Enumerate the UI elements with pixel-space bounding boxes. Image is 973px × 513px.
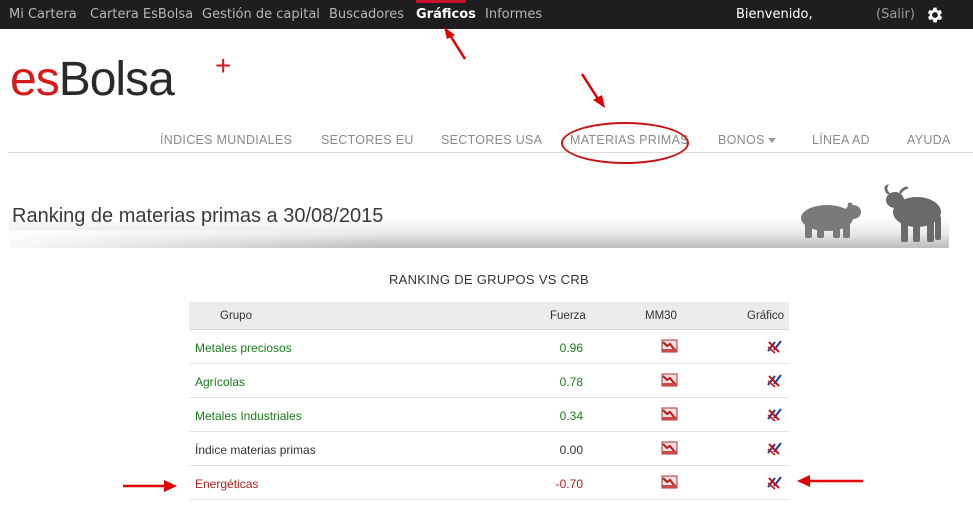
gear-icon[interactable] <box>925 5 945 25</box>
annotation-arrow-icon <box>580 73 605 108</box>
table-row: Metales Industriales 0.34 <box>189 398 789 432</box>
group-link[interactable]: Índice materias primas <box>195 443 316 457</box>
topnav-gestion-capital[interactable]: Gestión de capital <box>202 7 320 22</box>
nav-indices-mundiales[interactable]: ÍNDICES MUNDIALES <box>160 133 292 147</box>
annotation-arrow-icon <box>444 27 467 60</box>
nav-ayuda[interactable]: AYUDA <box>907 133 951 147</box>
nav-sectores-usa[interactable]: SECTORES USA <box>441 133 542 147</box>
mm30-chart-icon[interactable] <box>661 338 679 354</box>
mm30-chart-icon[interactable] <box>661 372 679 388</box>
chart-icon[interactable] <box>766 440 784 456</box>
group-link[interactable]: Metales Industriales <box>195 409 302 423</box>
chart-icon[interactable] <box>766 338 784 354</box>
logo-bolsa: Bolsa <box>58 53 175 106</box>
logo-plus: + <box>215 50 231 81</box>
mm30-chart-icon[interactable] <box>661 406 679 422</box>
topnav-buscadores[interactable]: Buscadores <box>329 7 404 22</box>
table-body: Metales preciosos 0.96 Agrícolas 0.78 Metale… <box>189 330 789 500</box>
chart-icon[interactable] <box>766 372 784 388</box>
annotation-arrow-icon <box>797 475 863 487</box>
nav-divider <box>8 152 973 153</box>
col-fuerza: Fuerza <box>550 310 586 322</box>
strength-value: 0.00 <box>559 443 583 457</box>
top-bar: Mi Cartera Cartera EsBolsa Gestión de ca… <box>0 0 973 29</box>
ranking-title: RANKING DE GRUPOS VS CRB <box>388 272 590 287</box>
mm30-chart-icon[interactable] <box>661 440 679 456</box>
nav-linea-ad[interactable]: LÍNEA AD <box>812 133 870 147</box>
logout-link[interactable]: (Salir) <box>876 7 915 22</box>
chart-icon[interactable] <box>766 474 784 490</box>
col-grupo: Grupo <box>220 310 252 322</box>
table-row: Energéticas -0.70 <box>189 466 789 500</box>
col-grafico: Gráfico <box>747 310 785 322</box>
col-mm30: MM30 <box>645 310 677 322</box>
esbolsa-logo[interactable]: esBolsa + <box>10 52 231 106</box>
topnav-mi-cartera[interactable]: Mi Cartera <box>9 7 77 22</box>
nav-bonos[interactable]: BONOS <box>718 133 776 147</box>
nav-sectores-eu[interactable]: SECTORES EU <box>321 133 414 147</box>
group-link[interactable]: Metales preciosos <box>195 341 292 355</box>
group-link[interactable]: Agrícolas <box>195 375 245 389</box>
ranking-table: Grupo Fuerza MM30 Gráfico Metales precio… <box>189 302 789 500</box>
group-link[interactable]: Energéticas <box>195 477 258 491</box>
strength-value: 0.78 <box>559 375 583 389</box>
strength-value: 0.96 <box>559 341 583 355</box>
bull-bear-illustration <box>801 184 941 242</box>
caret-down-icon <box>767 138 776 144</box>
table-row: Agrícolas 0.78 <box>189 364 789 398</box>
logo-es: es <box>10 53 60 106</box>
nav-bonos-label: BONOS <box>718 133 765 147</box>
welcome-text: Bienvenido, <box>736 7 813 22</box>
annotation-circle <box>561 122 689 164</box>
chart-icon[interactable] <box>766 406 784 422</box>
table-row: Índice materias primas 0.00 <box>189 432 789 466</box>
active-tab-indicator <box>416 0 466 3</box>
topnav-graficos[interactable]: Gráficos <box>416 7 476 22</box>
topnav-informes[interactable]: Informes <box>485 7 542 22</box>
annotation-arrow-icon <box>123 480 177 492</box>
mm30-chart-icon[interactable] <box>661 474 679 490</box>
table-header: Grupo Fuerza MM30 Gráfico <box>189 302 789 330</box>
page-title: Ranking de materias primas a 30/08/2015 <box>12 205 384 227</box>
page-banner: Ranking de materias primas a 30/08/2015 <box>9 182 949 248</box>
strength-value: 0.34 <box>559 409 583 423</box>
table-row: Metales preciosos 0.96 <box>189 330 789 364</box>
strength-value: -0.70 <box>555 477 583 491</box>
topnav-cartera-esbolsa[interactable]: Cartera EsBolsa <box>90 7 193 22</box>
